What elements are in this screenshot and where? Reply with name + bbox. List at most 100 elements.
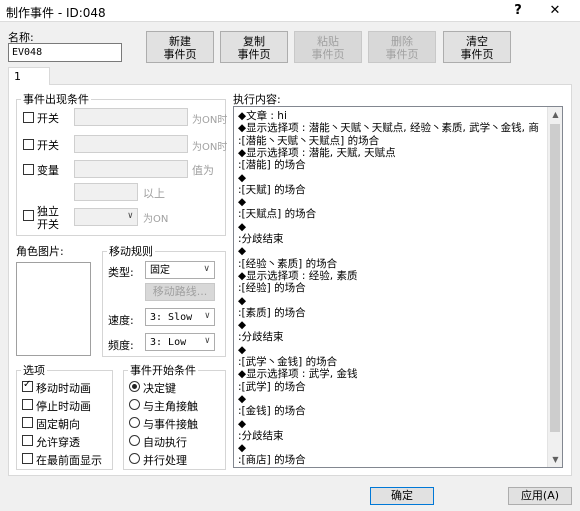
trigger-label: 并行处理 [143,454,187,467]
command-line[interactable]: ◆ [238,344,246,356]
command-line[interactable]: :分歧结束 [238,331,284,343]
command-line[interactable]: :分歧结束 [238,430,284,442]
move-type-label: 类型: [108,266,134,279]
option-checkbox[interactable] [22,453,33,464]
move-type-select[interactable]: 固定 ∨ [145,261,215,279]
copy-page-button[interactable]: 复制 事件页 [220,31,288,63]
delete-page-button[interactable]: 删除 事件页 [368,31,436,63]
command-line[interactable]: ◆显示选择项 : 武学, 金钱 [238,368,357,380]
clear-page-label-1: 清空 [466,35,488,48]
variable-field[interactable] [74,160,188,178]
command-line[interactable]: :[经验] 的场合 [238,282,306,294]
command-line[interactable]: ◆ [238,393,246,405]
copy-page-label-2: 事件页 [237,48,271,61]
command-line[interactable]: :[天赋] 的场合 [238,184,306,196]
tab-page-1[interactable]: 1 [8,67,50,85]
frequency-label: 频度: [108,339,134,352]
command-line[interactable]: ◆ [238,319,246,331]
copy-page-label-1: 复制 [243,35,265,48]
command-line[interactable]: :[金钱] 的场合 [238,405,306,417]
command-line[interactable]: :[武学丶金钱] 的场合 [238,356,337,368]
self-switch-label: 独立 开关 [37,205,59,231]
close-button[interactable]: ✕ [544,1,566,21]
command-line[interactable]: ◆ [238,172,246,184]
option-label: 移动时动画 [36,382,91,395]
option-checkbox[interactable] [22,435,33,446]
trigger-radio[interactable] [129,381,140,392]
trigger-label: 与事件接触 [143,418,198,431]
options-legend: 选项 [23,364,45,377]
scroll-down-icon[interactable]: ▼ [548,452,562,467]
scrollbar-thumb[interactable] [550,124,560,432]
checkmark-icon: ✓ [23,379,32,390]
command-line[interactable]: ◆ [238,245,246,257]
clear-page-button[interactable]: 清空 事件页 [443,31,511,63]
above-label: 以上 [143,187,165,200]
paste-page-button[interactable]: 粘贴 事件页 [294,31,362,63]
command-line[interactable]: ◆显示选择项 : 经验, 素质 [238,270,357,282]
trigger-radio[interactable] [129,417,140,428]
command-line[interactable]: ◆ [238,221,246,233]
vertical-scrollbar[interactable]: ▲ ▼ [547,107,562,467]
command-line[interactable]: :[素质] 的场合 [238,307,306,319]
command-line[interactable]: ◆ [238,418,246,430]
scroll-up-icon[interactable]: ▲ [548,107,562,122]
name-field[interactable]: EV048 [8,43,122,62]
character-graphic[interactable] [16,262,91,356]
command-line[interactable]: ◆文章 : hi [238,110,287,122]
trigger-radio[interactable] [129,435,140,446]
delete-page-label-1: 删除 [391,35,413,48]
switch2-suffix: 为ON时 [192,142,228,153]
option-checkbox[interactable] [22,399,33,410]
command-line[interactable]: ◆ [238,442,246,454]
command-line[interactable]: :[潜能] 的场合 [238,159,306,171]
chevron-down-icon: ∨ [204,311,210,321]
self-switch-select[interactable]: ∨ [74,208,138,226]
command-line[interactable]: :[天赋点] 的场合 [238,208,316,220]
switch1-checkbox[interactable] [23,112,34,123]
command-line[interactable]: ◆ [238,295,246,307]
speed-select[interactable]: 3: Slow ∨ [145,308,215,326]
option-label: 停止时动画 [36,400,91,413]
title-bar: 制作事件 - ID:048 ? ✕ [0,0,580,22]
new-page-button[interactable]: 新建 事件页 [146,31,214,63]
delete-page-label-2: 事件页 [385,48,419,61]
command-line[interactable]: :分歧结束 [238,233,284,245]
move-route-button[interactable]: 移动路线... [145,283,215,301]
switch2-checkbox[interactable] [23,139,34,150]
chevron-down-icon: ∨ [127,211,133,221]
switch2-label: 开关 [37,139,59,152]
command-line[interactable]: :[武学] 的场合 [238,381,306,393]
movement-legend: 移动规则 [109,245,153,258]
variable-label: 变量 [37,164,59,177]
paste-page-label-2: 事件页 [311,48,345,61]
variable-value-field[interactable] [74,183,138,201]
trigger-radio[interactable] [129,399,140,410]
command-line[interactable]: :[商店] 的场合 [238,454,306,466]
trigger-radio[interactable] [129,453,140,464]
ok-button[interactable]: 确定 [370,487,434,505]
variable-suffix: 值为 [192,164,214,177]
switch2-field[interactable] [74,135,188,153]
paste-page-label-1: 粘贴 [317,35,339,48]
command-line[interactable]: ◆显示选择项 : 潜能丶天赋丶天赋点, 经验丶素质, 武学丶金钱, 商 [238,122,539,134]
option-label: 在最前面显示 [36,454,102,467]
command-line[interactable]: :[经验丶素质] 的场合 [238,258,337,270]
trigger-legend: 事件开始条件 [130,364,196,377]
option-checkbox[interactable]: ✓ [22,379,33,392]
frequency-select[interactable]: 3: Low ∨ [145,333,215,351]
self-switch-suffix: 为ON [143,214,169,225]
window-title: 制作事件 - ID:048 [6,6,106,20]
variable-checkbox[interactable] [23,164,34,175]
frequency-value: 3: Low [150,337,187,348]
option-checkbox[interactable] [22,417,33,428]
command-line[interactable]: :[潜能丶天赋丶天赋点] 的场合 [238,135,379,147]
help-button[interactable]: ? [508,1,528,21]
command-line[interactable]: ◆显示选择项 : 潜能, 天赋, 天赋点 [238,147,396,159]
self-switch-checkbox[interactable] [23,210,34,221]
event-commands-list[interactable]: ◆文章 : hi ◆显示选择项 : 潜能丶天赋丶天赋点, 经验丶素质, 武学丶金钱… [233,106,563,468]
switch1-field[interactable] [74,108,188,126]
command-line[interactable]: ◆ [238,196,246,208]
speed-label: 速度: [108,314,134,327]
new-page-label-1: 新建 [169,35,191,48]
